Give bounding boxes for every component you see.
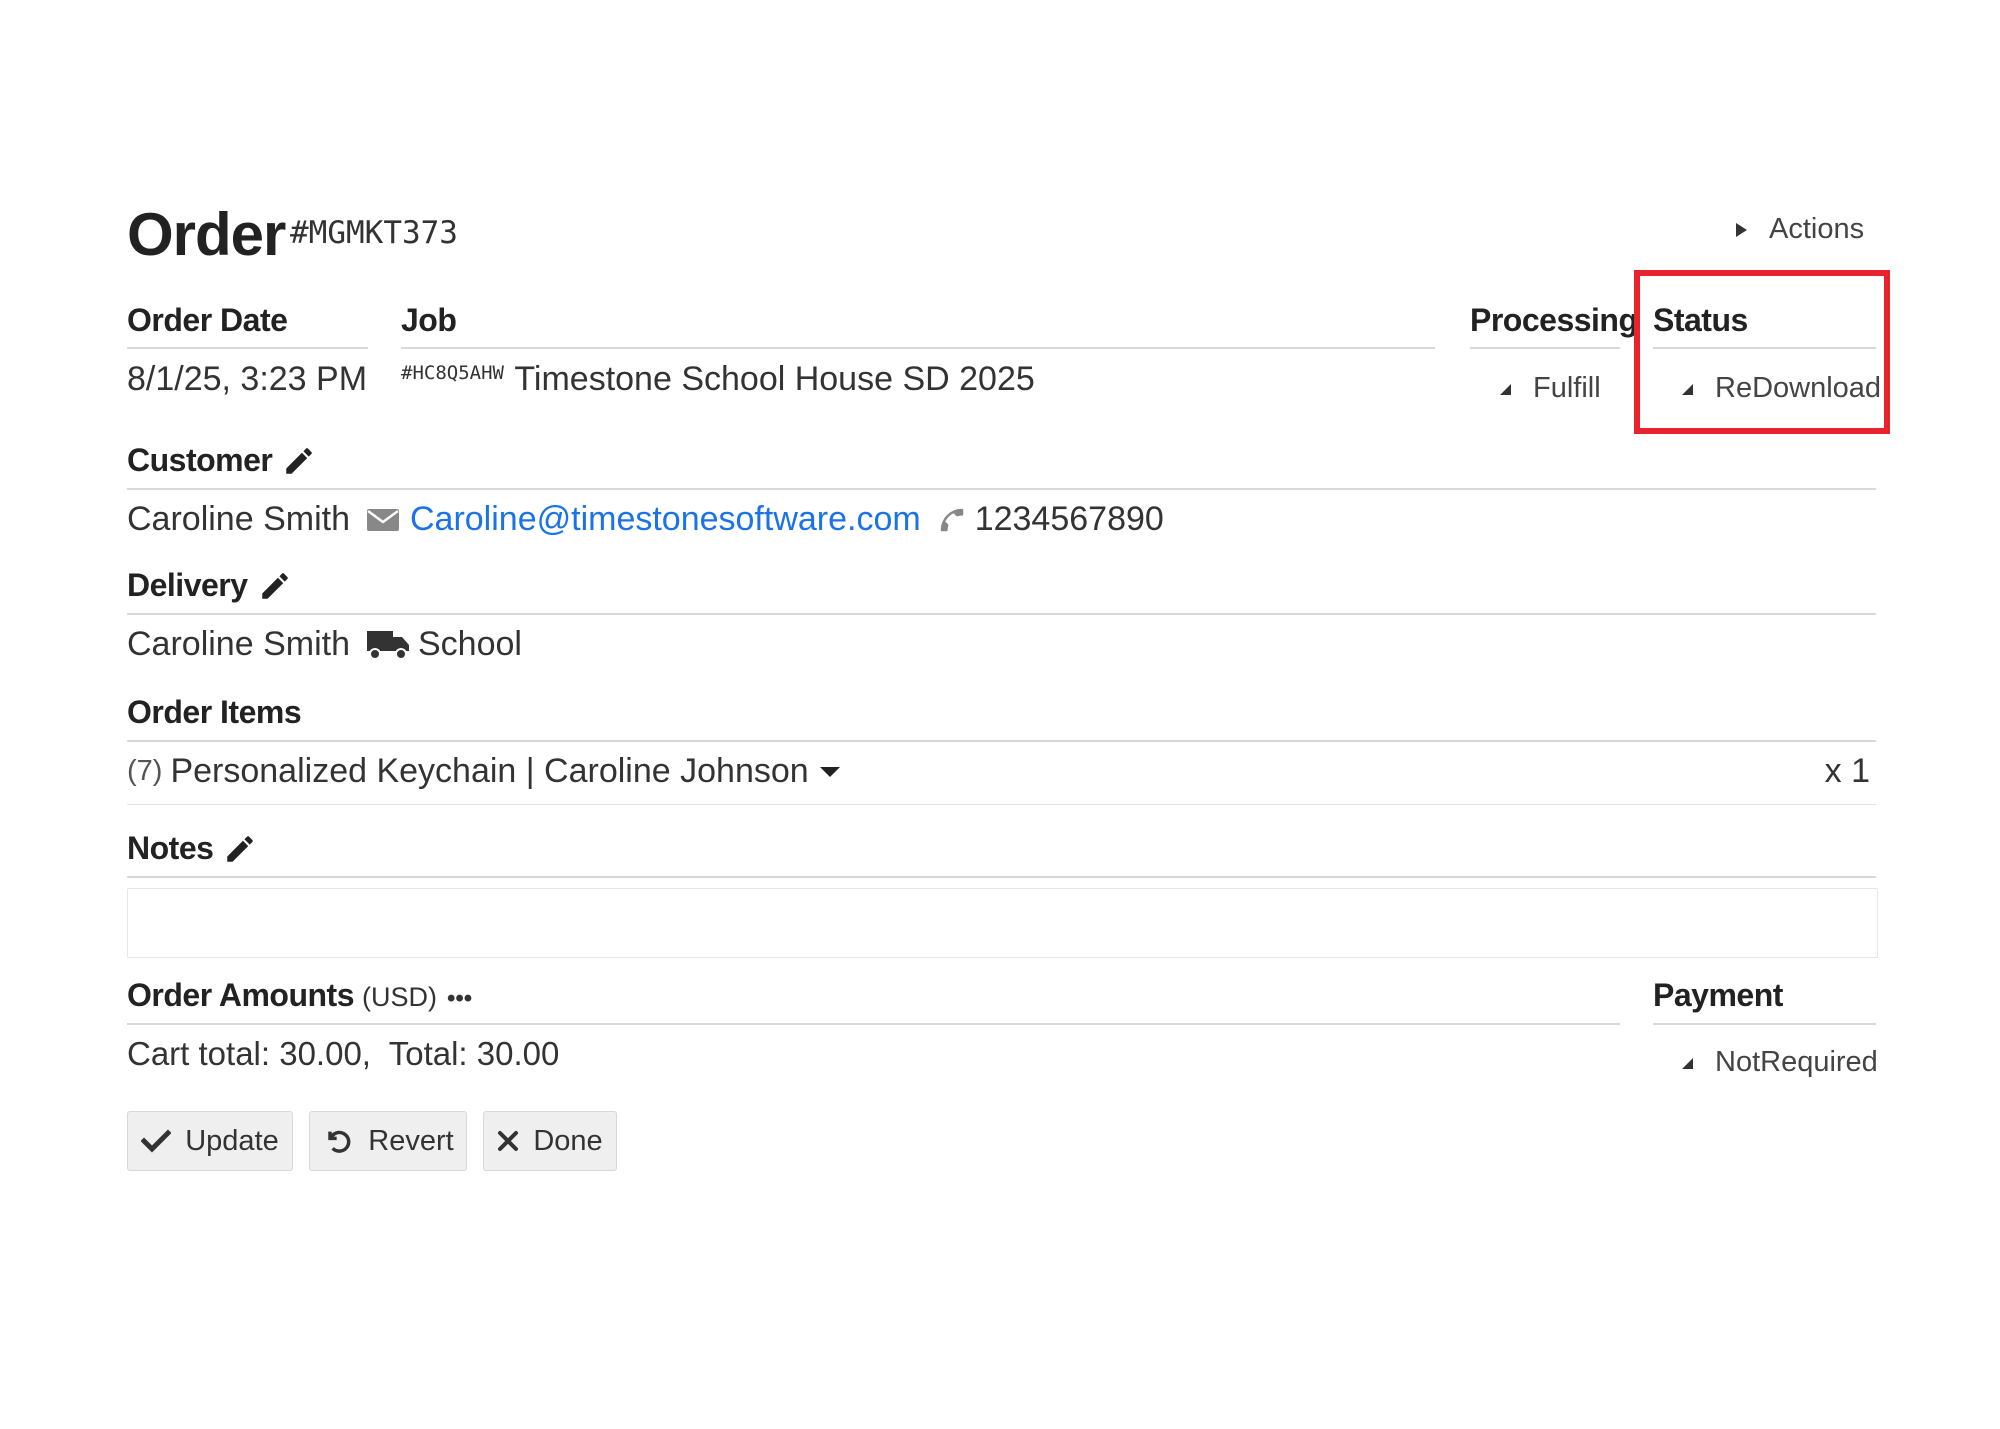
order-amounts-header: Order Amounts (USD) ••• bbox=[127, 977, 472, 1014]
divider bbox=[127, 804, 1876, 805]
delivery-label: Delivery bbox=[127, 567, 248, 603]
revert-button[interactable]: Revert bbox=[309, 1111, 467, 1171]
caret-icon bbox=[1682, 1057, 1693, 1069]
revert-label: Revert bbox=[368, 1124, 454, 1157]
customer-row: Caroline Smith Caroline@timestonesoftwar… bbox=[127, 500, 1164, 539]
customer-label: Customer bbox=[127, 442, 273, 478]
done-button[interactable]: Done bbox=[483, 1111, 617, 1171]
order-item-quantity: x 1 bbox=[1824, 752, 1870, 790]
page-title: Order bbox=[127, 201, 286, 268]
order-date-label: Order Date bbox=[127, 302, 288, 338]
divider bbox=[1470, 347, 1620, 349]
divider bbox=[401, 347, 1435, 349]
payment-value: NotRequired bbox=[1715, 1046, 1878, 1078]
currency-label: (USD) bbox=[362, 982, 437, 1012]
notes-header: Notes bbox=[127, 830, 257, 867]
undo-icon bbox=[322, 1125, 354, 1157]
amounts-summary: Cart total: 30.00, Total: 30.00 bbox=[127, 1035, 560, 1072]
envelope-icon bbox=[366, 507, 400, 533]
order-amounts-label: Order Amounts bbox=[127, 977, 355, 1013]
divider bbox=[127, 488, 1876, 490]
status-highlight-box bbox=[1634, 270, 1890, 434]
customer-name: Caroline Smith bbox=[127, 500, 350, 538]
processing-label: Processing bbox=[1470, 302, 1638, 338]
phone-icon bbox=[937, 505, 967, 535]
order-number: #MGMKT373 bbox=[290, 215, 458, 251]
customer-email-link[interactable]: Caroline@timestonesoftware.com bbox=[410, 500, 921, 539]
done-label: Done bbox=[533, 1124, 603, 1157]
delivery-method: School bbox=[417, 625, 522, 663]
job-label: Job bbox=[401, 302, 457, 338]
order-item-description: Personalized Keychain | Caroline Johnson bbox=[170, 752, 809, 790]
close-icon bbox=[497, 1130, 519, 1152]
order-item-id: (7) bbox=[127, 755, 163, 787]
order-page: Order #MGMKT373 Actions Order Date Job P… bbox=[0, 0, 2000, 1429]
payment-label: Payment bbox=[1653, 977, 1783, 1013]
customer-header: Customer bbox=[127, 442, 316, 479]
job-value: #HC8Q5AHW Timestone School House SD 2025 bbox=[401, 360, 1035, 399]
customer-phone: 1234567890 bbox=[974, 500, 1164, 538]
divider bbox=[127, 613, 1876, 615]
pencil-icon[interactable] bbox=[223, 832, 257, 866]
job-name: Timestone School House SD 2025 bbox=[514, 360, 1035, 398]
notes-field[interactable] bbox=[127, 888, 1878, 958]
truck-icon bbox=[366, 628, 410, 662]
delivery-name: Caroline Smith bbox=[127, 625, 350, 663]
delivery-header: Delivery bbox=[127, 567, 292, 604]
divider bbox=[1653, 1023, 1876, 1025]
order-date-value: 8/1/25, 3:23 PM bbox=[127, 360, 368, 398]
order-item-row[interactable]: (7) Personalized Keychain | Caroline Joh… bbox=[127, 752, 841, 791]
pencil-icon[interactable] bbox=[258, 569, 292, 603]
update-label: Update bbox=[185, 1124, 279, 1157]
job-code: #HC8Q5AHW bbox=[401, 362, 504, 384]
divider bbox=[127, 740, 1876, 742]
caret-down-icon[interactable] bbox=[819, 765, 841, 779]
more-options-icon[interactable]: ••• bbox=[447, 985, 472, 1013]
divider bbox=[127, 876, 1876, 878]
caret-icon bbox=[1500, 383, 1511, 395]
delivery-row: Caroline Smith School bbox=[127, 625, 522, 664]
caret-right-icon bbox=[1736, 223, 1747, 238]
order-items-label: Order Items bbox=[127, 694, 302, 730]
divider bbox=[127, 1023, 1620, 1025]
pencil-icon[interactable] bbox=[282, 444, 316, 478]
notes-label: Notes bbox=[127, 830, 214, 866]
actions-dropdown[interactable]: Actions bbox=[1736, 213, 1864, 246]
payment-dropdown[interactable]: NotRequired bbox=[1682, 1046, 1878, 1079]
processing-value: Fulfill bbox=[1533, 372, 1601, 404]
processing-dropdown[interactable]: Fulfill bbox=[1500, 372, 1601, 405]
update-button[interactable]: Update bbox=[127, 1111, 293, 1171]
divider bbox=[127, 347, 368, 349]
actions-label: Actions bbox=[1769, 213, 1865, 245]
checkmark-icon bbox=[141, 1129, 172, 1153]
